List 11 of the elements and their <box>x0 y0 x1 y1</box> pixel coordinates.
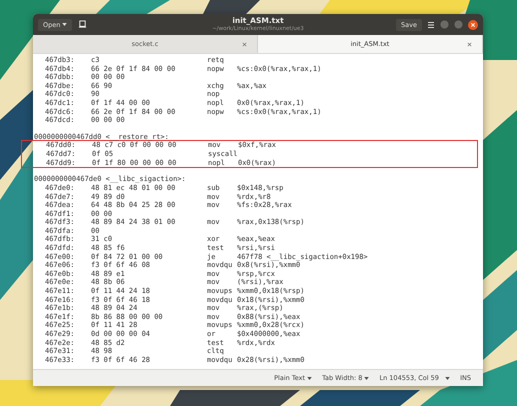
menu-icon[interactable] <box>427 20 435 28</box>
new-document-icon[interactable] <box>78 20 88 29</box>
maximize-icon[interactable] <box>454 20 463 29</box>
minimize-icon[interactable] <box>440 20 449 29</box>
close-tab-icon[interactable] <box>467 42 472 46</box>
close-icon[interactable] <box>468 20 478 30</box>
caret-icon <box>364 377 370 380</box>
caret-icon <box>445 377 450 380</box>
caret-icon <box>307 377 312 380</box>
caret-icon <box>62 23 68 26</box>
close-tab-icon[interactable] <box>242 42 247 46</box>
